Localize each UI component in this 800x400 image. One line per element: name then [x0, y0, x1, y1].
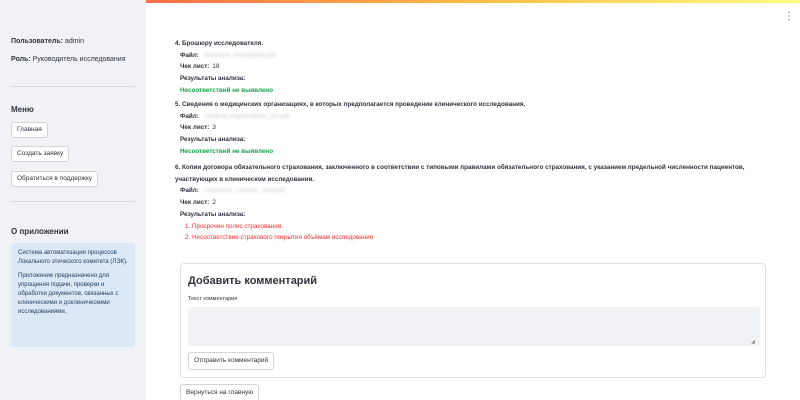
file-link[interactable]: brochure_investigator.pdf	[205, 52, 276, 59]
about-text-2: Приложение предназначено для упрощения п…	[18, 273, 119, 315]
checklist-value: 2	[212, 199, 216, 207]
about-info-box: Система автоматизации процессов Локально…	[11, 243, 135, 347]
document-title: 5. Сведения о медицинских организациях, …	[175, 101, 526, 108]
back-home-button[interactable]: Вернуться на главную	[180, 384, 260, 400]
file-label: Файл:	[180, 187, 199, 195]
comment-textarea[interactable]	[188, 307, 760, 346]
sidebar-divider	[11, 201, 135, 202]
role-label: Роль:	[11, 56, 31, 63]
contact-support-button[interactable]: Обратиться в поддержку	[11, 171, 98, 187]
file-row: Файл: medical_organizations_list.pdf	[175, 111, 775, 123]
about-text-1: Система автоматизации процессов Локально…	[18, 250, 128, 265]
user-value: admin	[64, 38, 85, 45]
submit-comment-button[interactable]: Отправить комментарий	[188, 352, 275, 370]
results-label: Результаты анализа:	[180, 75, 246, 83]
document-item: 6. Копии договора обязательного страхова…	[175, 162, 775, 244]
create-request-button[interactable]: Создать заявку	[11, 146, 70, 162]
issue-item: 1. Просрочен полис страхования.	[185, 222, 283, 230]
main-content: 4. Брошюру исследователя. Файл: brochure_…	[146, 0, 800, 400]
resize-handle-icon[interactable]: ◢	[751, 339, 762, 375]
role-value: Руководитель исследования	[32, 56, 126, 63]
checklist-label: Чек лист:	[180, 63, 210, 71]
file-row: Файл: brochure_investigator.pdf	[175, 50, 775, 62]
file-link[interactable]: insurance_contract_copy.pdf	[205, 187, 285, 194]
issue-item: 2. Несоответствие страхового покрытия об…	[185, 234, 374, 242]
sidebar-divider	[11, 86, 135, 87]
checklist-label: Чек лист:	[180, 199, 210, 207]
file-row: Файл: insurance_contract_copy.pdf	[175, 185, 775, 197]
file-label: Файл:	[180, 51, 199, 59]
document-title: 6. Копии договора обязательного страхова…	[175, 164, 745, 183]
about-heading: О приложении	[11, 227, 69, 236]
comment-field-label: Текст комментария	[188, 296, 238, 302]
add-comment-card: Добавить комментарий Текст комментария ◢…	[180, 263, 766, 378]
checklist-row: Чек лист: 2	[175, 197, 775, 209]
document-item: 5. Сведения о медицинских организациях, …	[175, 99, 775, 158]
checklist-label: Чек лист:	[180, 124, 210, 132]
checklist-value: 3	[212, 124, 216, 132]
checklist-row: Чек лист: 18	[175, 61, 775, 73]
results-label: Результаты анализа:	[180, 136, 246, 144]
document-item: 4. Брошюру исследователя. Файл: brochure_…	[175, 38, 775, 97]
results-label: Результаты анализа:	[180, 210, 246, 218]
document-title: 4. Брошюру исследователя.	[175, 40, 264, 47]
menu-heading: Меню	[11, 105, 34, 114]
user-info: Пользователь: admin	[11, 37, 84, 46]
file-link[interactable]: medical_organizations_list.pdf	[205, 113, 289, 120]
user-label: Пользователь:	[11, 38, 63, 45]
role-info: Роль: Руководитель исследования	[11, 55, 126, 64]
comment-card-title: Добавить комментарий	[188, 275, 318, 287]
file-label: Файл:	[180, 112, 199, 120]
result-ok-text: Несоответствий не выявлено	[180, 86, 274, 94]
home-button[interactable]: Главная	[11, 122, 48, 138]
result-ok-text: Несоответствий не выявлено	[180, 147, 274, 155]
checklist-row: Чек лист: 3	[175, 122, 775, 134]
sidebar: Пользователь: admin Роль: Руководитель и…	[0, 0, 146, 400]
checklist-value: 18	[212, 63, 220, 71]
